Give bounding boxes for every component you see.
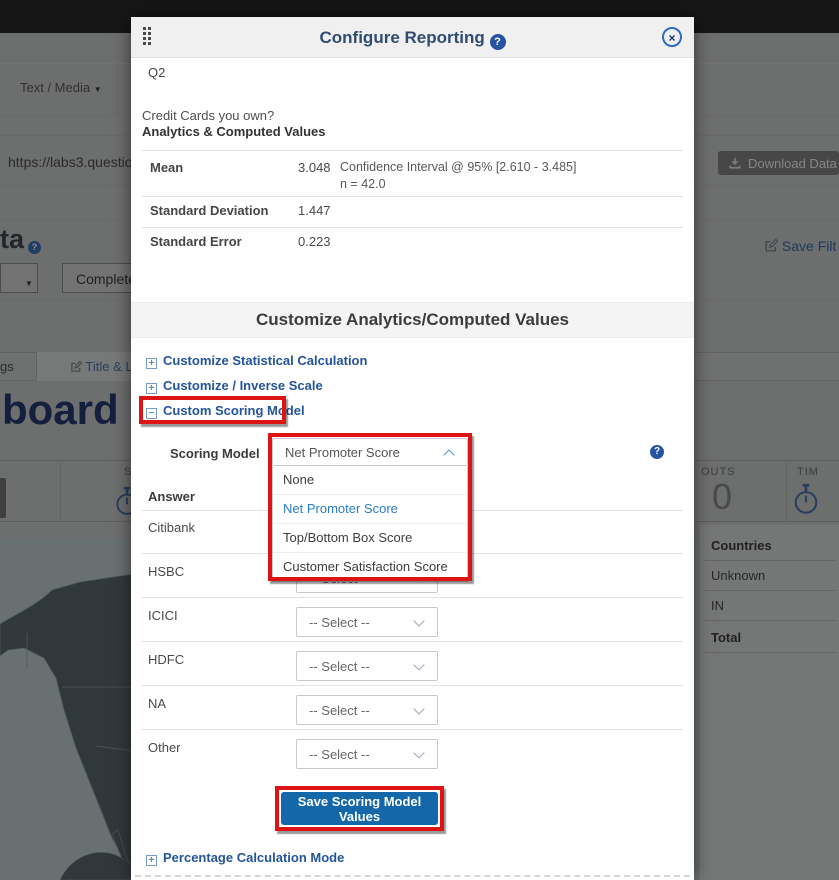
stat-label: Standard Error — [150, 234, 242, 249]
question-code: Q2 — [148, 65, 165, 80]
help-icon[interactable]: ? — [650, 445, 664, 459]
chevron-up-icon — [443, 449, 454, 460]
help-icon[interactable]: ? — [490, 34, 506, 50]
option-none[interactable]: None — [273, 466, 467, 494]
scoring-model-selected-value: Net Promoter Score — [285, 445, 400, 460]
plus-icon — [146, 855, 157, 866]
close-icon[interactable]: × — [662, 27, 682, 47]
divider — [142, 685, 683, 686]
scoring-model-options: None Net Promoter Score Top/Bottom Box S… — [272, 466, 468, 582]
answer-row-label: Other — [148, 740, 181, 755]
answer-row-label: Citibank — [148, 520, 195, 535]
answer-row-label: NA — [148, 696, 166, 711]
select-placeholder: -- Select -- — [309, 703, 370, 718]
section-customize-statistical-calculation[interactable]: Customize Statistical Calculation — [146, 353, 367, 369]
screen: Text / Media https://labs3.questionpro D… — [0, 0, 839, 880]
option-top-bottom-box-score[interactable]: Top/Bottom Box Score — [273, 523, 467, 552]
divider — [135, 875, 690, 877]
plus-icon — [146, 358, 157, 369]
divider — [142, 227, 683, 228]
section-label: Percentage Calculation Mode — [163, 850, 344, 865]
scoring-model-label: Scoring Model — [170, 446, 260, 461]
section-label: Custom Scoring Model — [163, 403, 305, 418]
stat-value: 3.048 — [298, 160, 331, 175]
divider — [142, 597, 683, 598]
answer-row-label: HDFC — [148, 652, 184, 667]
dialog-title: Configure Reporting ? — [131, 28, 694, 50]
section-customize-inverse-scale[interactable]: Customize / Inverse Scale — [146, 378, 323, 394]
sample-size-note: n = 42.0 — [340, 177, 386, 191]
answer-header: Answer — [148, 489, 195, 504]
section-label: Customize Statistical Calculation — [163, 353, 367, 368]
divider — [142, 641, 683, 642]
confidence-interval-note: Confidence Interval @ 95% [2.610 - 3.485… — [340, 160, 576, 174]
other-score-select[interactable]: -- Select -- — [296, 739, 438, 769]
analytics-heading: Analytics & Computed Values — [142, 124, 326, 139]
hdfc-score-select[interactable]: -- Select -- — [296, 651, 438, 681]
save-scoring-model-values-button[interactable]: Save Scoring Model Values — [281, 792, 438, 825]
icici-score-select[interactable]: -- Select -- — [296, 607, 438, 637]
divider — [142, 150, 683, 151]
section-custom-scoring-model[interactable]: Custom Scoring Model — [146, 403, 305, 419]
stat-label: Standard Deviation — [150, 203, 268, 218]
section-percentage-calculation-mode[interactable]: Percentage Calculation Mode — [146, 850, 344, 866]
plus-icon — [146, 383, 157, 394]
select-placeholder: -- Select -- — [309, 615, 370, 630]
stat-value: 0.223 — [298, 234, 331, 249]
chevron-down-icon — [413, 747, 424, 758]
select-placeholder: -- Select -- — [309, 747, 370, 762]
minus-icon — [146, 408, 157, 419]
option-net-promoter-score[interactable]: Net Promoter Score — [273, 494, 467, 523]
option-customer-satisfaction-score[interactable]: Customer Satisfaction Score — [273, 552, 467, 581]
section-label: Customize / Inverse Scale — [163, 378, 323, 393]
customize-heading: Customize Analytics/Computed Values — [131, 302, 694, 338]
chevron-down-icon — [413, 659, 424, 670]
stat-label: Mean — [150, 160, 183, 175]
question-text: Credit Cards you own? — [142, 108, 274, 123]
answer-row-label: ICICI — [148, 608, 178, 623]
divider — [142, 196, 683, 197]
scoring-model-select[interactable]: Net Promoter Score — [272, 438, 468, 466]
na-score-select[interactable]: -- Select -- — [296, 695, 438, 725]
answer-row-label: HSBC — [148, 564, 184, 579]
configure-reporting-dialog: Configure Reporting ? × Q2 Credit Cards … — [131, 17, 694, 880]
chevron-down-icon — [413, 615, 424, 626]
chevron-down-icon — [413, 703, 424, 714]
stat-value: 1.447 — [298, 203, 331, 218]
select-placeholder: -- Select -- — [309, 659, 370, 674]
divider — [142, 729, 683, 730]
